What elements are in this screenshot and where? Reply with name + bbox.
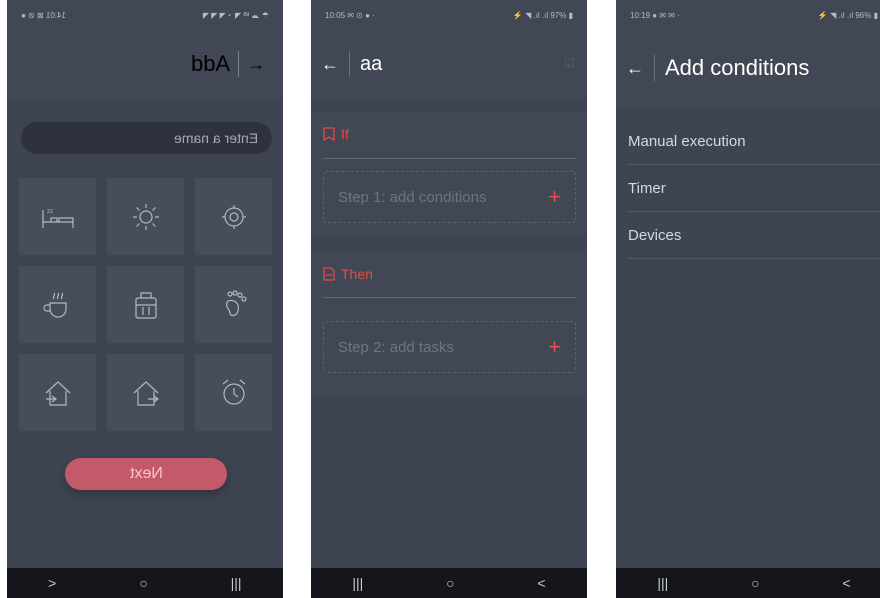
coffee-icon [42, 292, 67, 318]
nav-home-icon[interactable]: ○ [751, 575, 759, 591]
divider [323, 297, 576, 298]
nav-back-icon[interactable]: < [48, 575, 56, 591]
next-button[interactable]: Next [65, 458, 227, 490]
alarm-clock-icon [222, 379, 245, 405]
app-header: ← aa [311, 30, 587, 98]
gear-sun-icon [221, 204, 246, 229]
page-title: Add conditions [665, 55, 810, 80]
system-nav-bar: ||| ○ < [311, 568, 587, 598]
status-left: ☂ ☁ ᵏᴮ ◥ ◔ ◥ ◥ ◥ [202, 10, 269, 20]
step1-label: Step 1: add conditions [338, 188, 487, 206]
scene-name-input[interactable]: Enter a name [21, 122, 272, 154]
nav-home-icon[interactable]: ○ [139, 575, 147, 591]
if-section: If Step 1: add conditions + [311, 112, 587, 234]
status-right: 14:01 ⊠ ⊘ ● [21, 10, 66, 20]
plus-icon: + [548, 184, 561, 209]
home-out-icon [133, 380, 159, 406]
home-in-icon [45, 380, 70, 406]
nav-recents-icon[interactable]: ||| [352, 575, 363, 591]
tile-home-leave[interactable] [107, 354, 184, 431]
status-left: 10:05 ✉ ⊙ ● · [325, 10, 375, 20]
nav-recents-icon[interactable]: ||| [231, 575, 242, 591]
condition-label: Devices [628, 226, 682, 244]
condition-timer[interactable]: Timer › [628, 165, 880, 212]
status-right: ⚡ ◥ .ıl .ıl 96% ▮ [817, 10, 878, 20]
condition-manual-execution[interactable]: Manual execution › [628, 118, 880, 165]
conditions-list: Manual execution › Timer › Devices › [628, 118, 880, 259]
tile-coffee[interactable] [19, 266, 96, 343]
tile-sunset[interactable] [195, 178, 272, 255]
status-bar: ☂ ☁ ᵏᴮ ◥ ◔ ◥ ◥ ◥ 14:01 ⊠ ⊘ ● [7, 0, 283, 30]
tile-bed[interactable]: zz [19, 178, 96, 255]
tile-sun[interactable] [107, 178, 184, 255]
bookmark-icon [323, 127, 335, 141]
title-divider [654, 55, 655, 81]
condition-label: Manual execution [628, 132, 746, 150]
divider [323, 158, 576, 159]
next-label: Next [129, 465, 163, 482]
if-header: If [323, 126, 349, 142]
condition-label: Timer [628, 179, 666, 197]
then-section: Then Step 2: add tasks + [311, 250, 587, 398]
luggage-icon [134, 291, 157, 319]
add-conditions-button[interactable]: Step 1: add conditions + [323, 171, 576, 223]
nav-back-icon[interactable]: < [842, 575, 850, 591]
tile-home-arrive[interactable] [19, 354, 96, 431]
plus-icon: + [548, 334, 561, 359]
app-header: ← Add conditions [616, 30, 880, 106]
nav-back-icon[interactable]: < [537, 575, 545, 591]
phone-screen-add-conditions: 10:19 ● ✉ ✉ · ⚡ ◥ .ıl .ıl 96% ▮ ← Add co… [616, 0, 880, 598]
tile-luggage[interactable] [107, 266, 184, 343]
sun-icon [132, 203, 159, 230]
status-bar: 10:05 ✉ ⊙ ● · ⚡ ◥ .ıl .ıl 97% ▮ [311, 0, 587, 30]
back-arrow-icon[interactable]: ← [321, 54, 339, 75]
status-right: ⚡ ◥ .ıl .ıl 97% ▮ [512, 10, 573, 20]
nav-home-icon[interactable]: ○ [446, 575, 454, 591]
system-nav-bar: ||| ○ < [616, 568, 880, 598]
footprint-icon [225, 289, 247, 316]
system-nav-bar: < ○ ||| [7, 568, 283, 598]
back-arrow-icon[interactable]: ← [247, 54, 265, 75]
then-header: Then [323, 266, 373, 282]
if-label: If [341, 126, 349, 142]
page-title: aa [360, 52, 383, 75]
nav-recents-icon[interactable]: ||| [657, 575, 668, 591]
phone-screen-scene-editor: 10:05 ✉ ⊙ ● · ⚡ ◥ .ıl .ıl 97% ▮ ← aa ☑ I… [311, 0, 587, 598]
svg-text:zz: zz [47, 209, 53, 215]
condition-devices[interactable]: Devices › [628, 212, 880, 259]
save-check-icon[interactable]: ☑ [564, 56, 575, 70]
title-divider [238, 51, 239, 77]
title-divider [349, 51, 350, 77]
status-bar: 10:19 ● ✉ ✉ · ⚡ ◥ .ıl .ıl 96% ▮ [616, 0, 880, 30]
status-left: 10:19 ● ✉ ✉ · [630, 10, 680, 20]
tile-footprint[interactable] [195, 266, 272, 343]
name-placeholder: Enter a name [173, 130, 258, 146]
step2-label: Step 2: add tasks [338, 338, 454, 356]
phone-screen-create-scene: ☂ ☁ ᵏᴮ ◥ ◔ ◥ ◥ ◥ 14:01 ⊠ ⊘ ● Add ← Enter… [7, 0, 283, 598]
back-arrow-icon[interactable]: ← [626, 58, 644, 79]
then-label: Then [341, 266, 373, 282]
tile-alarm[interactable] [195, 354, 272, 431]
scene-icon-grid: zz [19, 178, 273, 431]
add-tasks-button[interactable]: Step 2: add tasks + [323, 321, 576, 373]
header-title-group: Add ← [191, 30, 265, 98]
bed-icon: zz [41, 209, 74, 228]
document-icon [323, 267, 335, 281]
page-title: Add [190, 51, 230, 76]
